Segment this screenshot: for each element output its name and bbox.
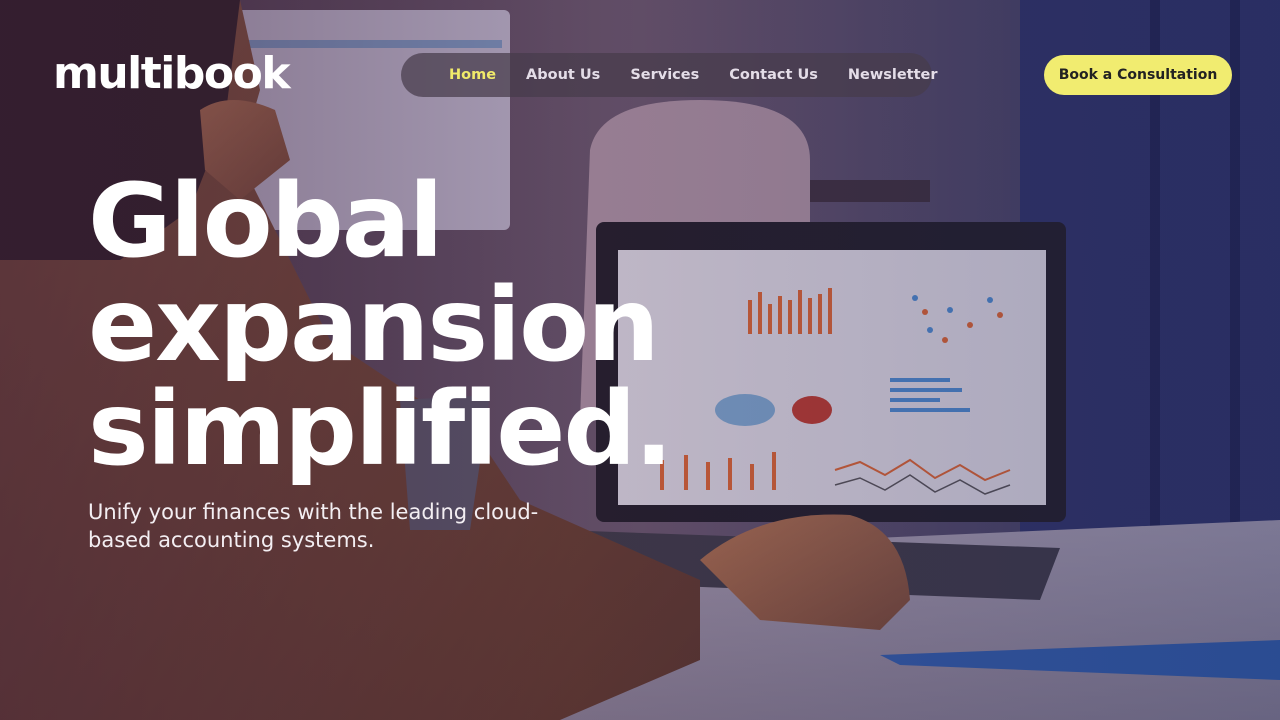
nav-item-newsletter[interactable]: Newsletter — [848, 67, 938, 83]
headline-line-3: simplified. — [88, 370, 673, 489]
hero-subheadline: Unify your finances with the leading clo… — [88, 500, 539, 552]
main-nav: Home About Us Services Contact Us Newsle… — [401, 53, 938, 97]
brand-logo[interactable]: multibook — [53, 52, 291, 96]
book-consultation-button[interactable]: Book a Consultation — [1044, 55, 1232, 95]
nav-item-home[interactable]: Home — [449, 67, 496, 83]
headline-line-1: Global — [88, 162, 444, 281]
headline-line-2: expansion — [88, 266, 660, 385]
nav-item-about-us[interactable]: About Us — [526, 67, 600, 83]
nav-item-services[interactable]: Services — [630, 67, 699, 83]
nav-item-contact-us[interactable]: Contact Us — [729, 67, 818, 83]
hero-headline: Global expansion simplified. — [88, 170, 708, 482]
